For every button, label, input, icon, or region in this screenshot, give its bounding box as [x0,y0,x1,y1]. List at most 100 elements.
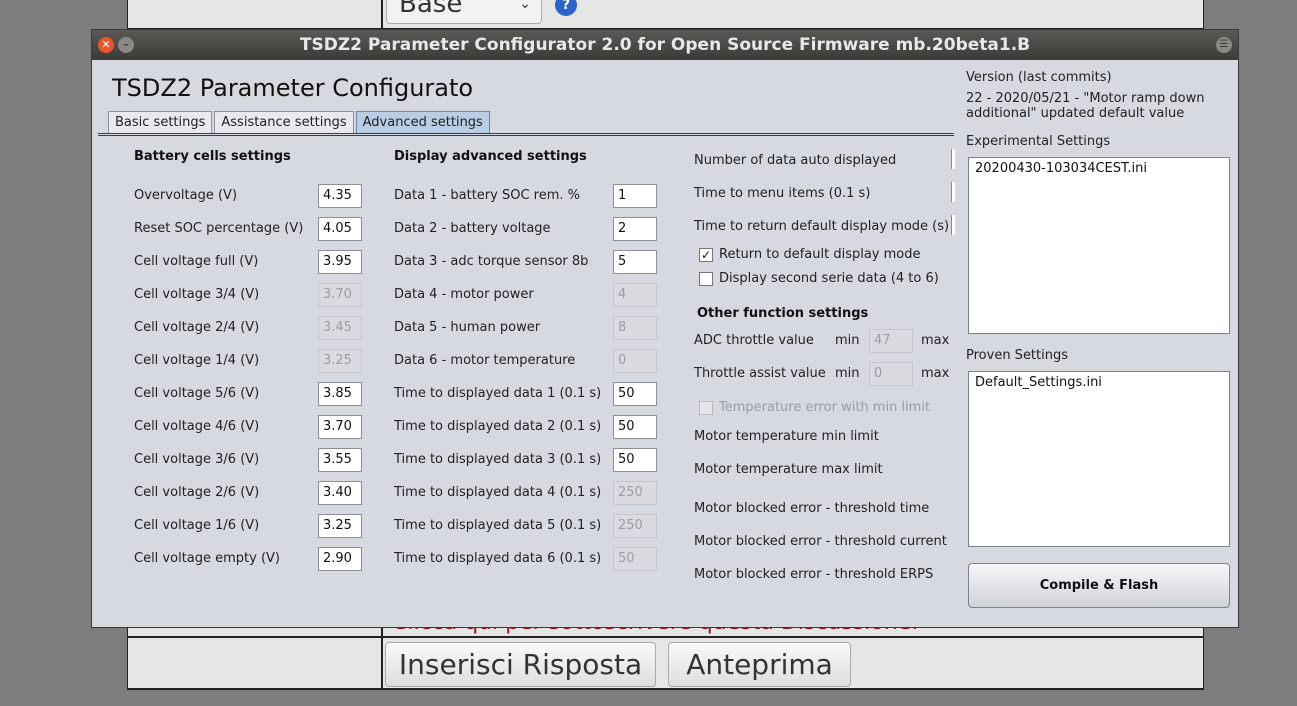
display-row-input[interactable]: 0 [613,349,657,373]
experimental-title: Experimental Settings [966,134,1111,149]
battery-row-label: Overvoltage (V) [134,188,238,203]
display-row-input[interactable]: 50 [613,448,657,472]
battery-row-input[interactable]: 3.45 [318,316,362,340]
display-row-input[interactable]: 250 [613,514,657,538]
display-row-label: Data 3 - adc torque sensor 8b [394,254,589,269]
throttle-assist-label: Throttle assist value [694,366,826,381]
other-section-title: Other function settings [697,306,869,321]
battery-row-label: Cell voltage 2/6 (V) [134,485,260,500]
display-row-input[interactable]: 2 [613,217,657,241]
battery-row-label: Cell voltage 2/4 (V) [134,320,260,335]
experimental-list[interactable]: 20200430-103034CEST.ini [968,157,1230,334]
window-title: TSDZ2 Parameter Configurator 2.0 for Ope… [299,35,1031,55]
assist-min-label: min [835,366,860,381]
checkbox-disabled-icon [699,400,713,415]
assist-max-label: max [921,366,950,381]
proven-title: Proven Settings [966,348,1069,363]
checkbox-checked-icon: ✓ [699,247,713,262]
battery-row-input[interactable]: 2.90 [318,547,362,571]
battery-row-input[interactable]: 3.95 [318,250,362,274]
list-item[interactable]: 20200430-103034CEST.ini [975,161,1223,176]
tab-underline [98,133,954,136]
list-item[interactable]: Default_Settings.ini [975,375,1223,390]
proven-list[interactable]: Default_Settings.ini [968,371,1230,547]
display-row-label: Data 1 - battery SOC rem. % [394,188,581,203]
display-row-label: Time to displayed data 3 (0.1 s) [394,452,602,467]
display-row-input[interactable]: 8 [613,316,657,340]
second-serie-label: Display second serie data (4 to 6) [719,271,939,286]
background-row-line [127,636,1204,638]
tab-basic-settings[interactable]: Basic settings [108,111,213,133]
return-time-field[interactable] [951,215,955,235]
display-row-label: Time to displayed data 4 (0.1 s) [394,485,602,500]
tab-advanced-settings[interactable]: Advanced settings [355,111,490,133]
adc-throttle-label: ADC throttle value [694,333,814,348]
return-default-label: Return to default display mode [719,247,921,262]
battery-row-input[interactable]: 3.70 [318,415,362,439]
background-select[interactable]: Base ⌄ [386,0,542,24]
display-row-input[interactable]: 50 [613,415,657,439]
battery-row-label: Cell voltage 3/6 (V) [134,452,260,467]
battery-row-input[interactable]: 4.35 [318,184,362,208]
display-section-title: Display advanced settings [394,149,587,164]
menu-time-field[interactable] [951,182,955,202]
window-menu-icon[interactable]: ☰ [1216,37,1232,53]
battery-row-label: Cell voltage 1/6 (V) [134,518,260,533]
version-title: Version (last commits) [966,70,1112,85]
checkbox-unchecked-icon [699,271,713,286]
temp-error-checkbox[interactable]: Temperature error with min limit [699,400,930,415]
display-row-label: Time to displayed data 2 (0.1 s) [394,419,602,434]
preview-button[interactable]: Anteprima [668,642,851,687]
num-data-label: Number of data auto displayed [694,153,897,168]
minimize-icon[interactable]: – [118,37,134,53]
battery-row-input[interactable]: 3.25 [318,349,362,373]
display-row-input[interactable]: 1 [613,184,657,208]
battery-row-input[interactable]: 3.55 [318,448,362,472]
second-serie-checkbox[interactable]: Display second serie data (4 to 6) [699,271,939,286]
close-icon[interactable]: ✕ [98,37,114,53]
blocked-current-label: Motor blocked error - threshold current [694,534,947,549]
display-row-input[interactable]: 250 [613,481,657,505]
adc-max-label: max [921,333,950,348]
battery-row-input[interactable]: 4.05 [318,217,362,241]
tab-assistance-settings[interactable]: Assistance settings [214,111,354,133]
battery-row-input[interactable]: 3.40 [318,481,362,505]
chevron-down-icon: ⌄ [519,0,531,12]
battery-section-title: Battery cells settings [134,149,291,164]
return-default-checkbox[interactable]: ✓ Return to default display mode [699,247,921,262]
compile-flash-button[interactable]: Compile & Flash [968,563,1230,608]
battery-row-label: Cell voltage 5/6 (V) [134,386,260,401]
display-row-input[interactable]: 50 [613,382,657,406]
display-row-input[interactable]: 50 [613,547,657,571]
window-titlebar[interactable]: ✕ – TSDZ2 Parameter Configurator 2.0 for… [92,30,1238,60]
background-select-value: Base [399,0,463,19]
configurator-window: ✕ – TSDZ2 Parameter Configurator 2.0 for… [92,30,1238,627]
adc-min-input[interactable]: 47 [869,329,913,353]
blocked-time-label: Motor blocked error - threshold time [694,501,930,516]
battery-row-label: Cell voltage 4/6 (V) [134,419,260,434]
display-row-label: Time to displayed data 1 (0.1 s) [394,386,602,401]
display-row-label: Time to displayed data 6 (0.1 s) [394,551,602,566]
battery-row-label: Cell voltage 3/4 (V) [134,287,260,302]
assist-min-input[interactable]: 0 [869,362,913,386]
battery-row-input[interactable]: 3.25 [318,514,362,538]
display-row-input[interactable]: 4 [613,283,657,307]
battery-row-input[interactable]: 3.70 [318,283,362,307]
motor-temp-min-label: Motor temperature min limit [694,429,879,444]
app-title: TSDZ2 Parameter Configurato [112,74,474,102]
display-row-label: Data 4 - motor power [394,287,534,302]
display-row-input[interactable]: 5 [613,250,657,274]
tab-bar: Basic settings Assistance settings Advan… [108,111,490,133]
num-data-field[interactable] [951,149,955,169]
version-text: 22 - 2020/05/21 - "Motor ramp down addit… [966,91,1205,121]
display-row-label: Time to displayed data 5 (0.1 s) [394,518,602,533]
display-row-label: Data 2 - battery voltage [394,221,551,236]
battery-row-input[interactable]: 3.85 [318,382,362,406]
battery-row-label: Reset SOC percentage (V) [134,221,304,236]
background-row-line [127,688,1204,690]
adc-min-label: min [835,333,860,348]
battery-row-label: Cell voltage full (V) [134,254,259,269]
menu-time-label: Time to menu items (0.1 s) [694,186,871,201]
return-time-label: Time to return default display mode (s) [694,219,950,234]
reply-button[interactable]: Inserisci Risposta [385,642,656,687]
